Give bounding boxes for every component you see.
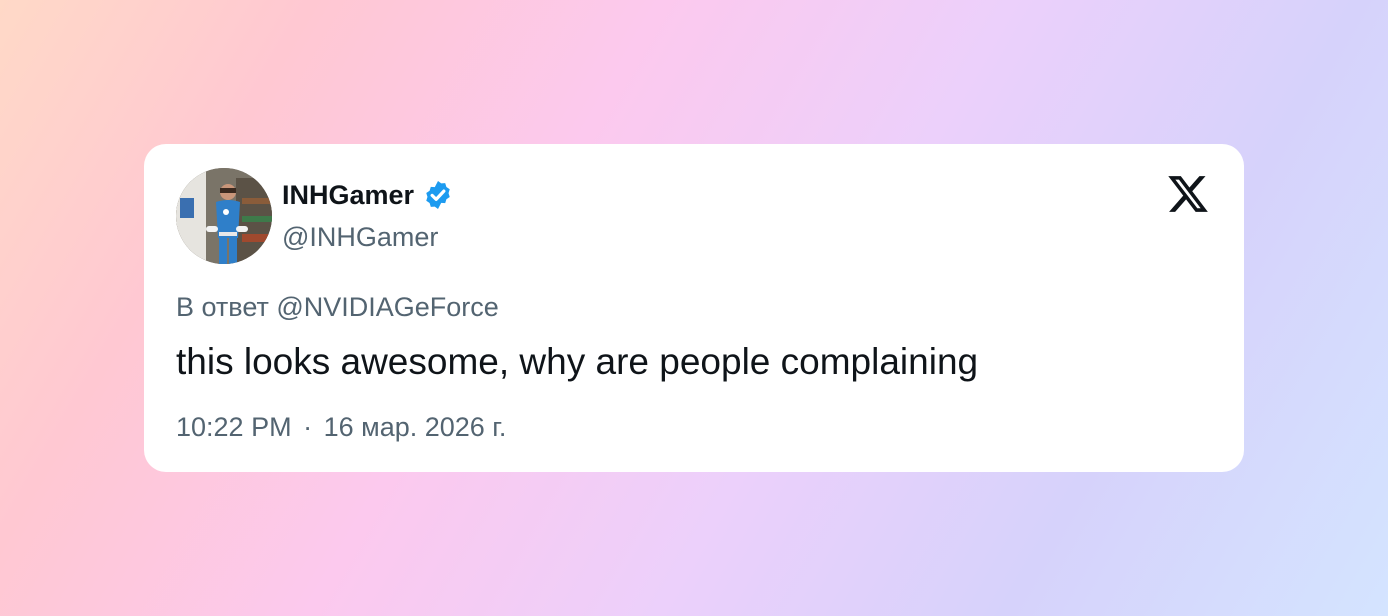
timestamp-row[interactable]: 10:22 PM · 16 мар. 2026 г. — [176, 410, 506, 444]
tweet-time: 10:22 PM — [176, 412, 292, 442]
tweet-card[interactable]: INHGamer @INHGamer В ответ @NVIDIAGeForc… — [144, 144, 1244, 472]
author-handle[interactable]: @INHGamer — [282, 220, 438, 254]
tweet-date: 16 мар. 2026 г. — [323, 412, 507, 442]
verified-badge-icon — [426, 181, 450, 209]
timestamp-separator: · — [303, 412, 313, 442]
author-row: INHGamer — [282, 178, 454, 212]
tweet-text: this looks awesome, why are people compl… — [176, 341, 979, 382]
x-logo-icon[interactable] — [1166, 172, 1210, 216]
display-name[interactable]: INHGamer — [282, 178, 414, 212]
avatar-photo — [176, 168, 272, 264]
reply-to-label[interactable]: В ответ @NVIDIAGeForce — [176, 290, 499, 324]
avatar[interactable] — [176, 168, 272, 264]
